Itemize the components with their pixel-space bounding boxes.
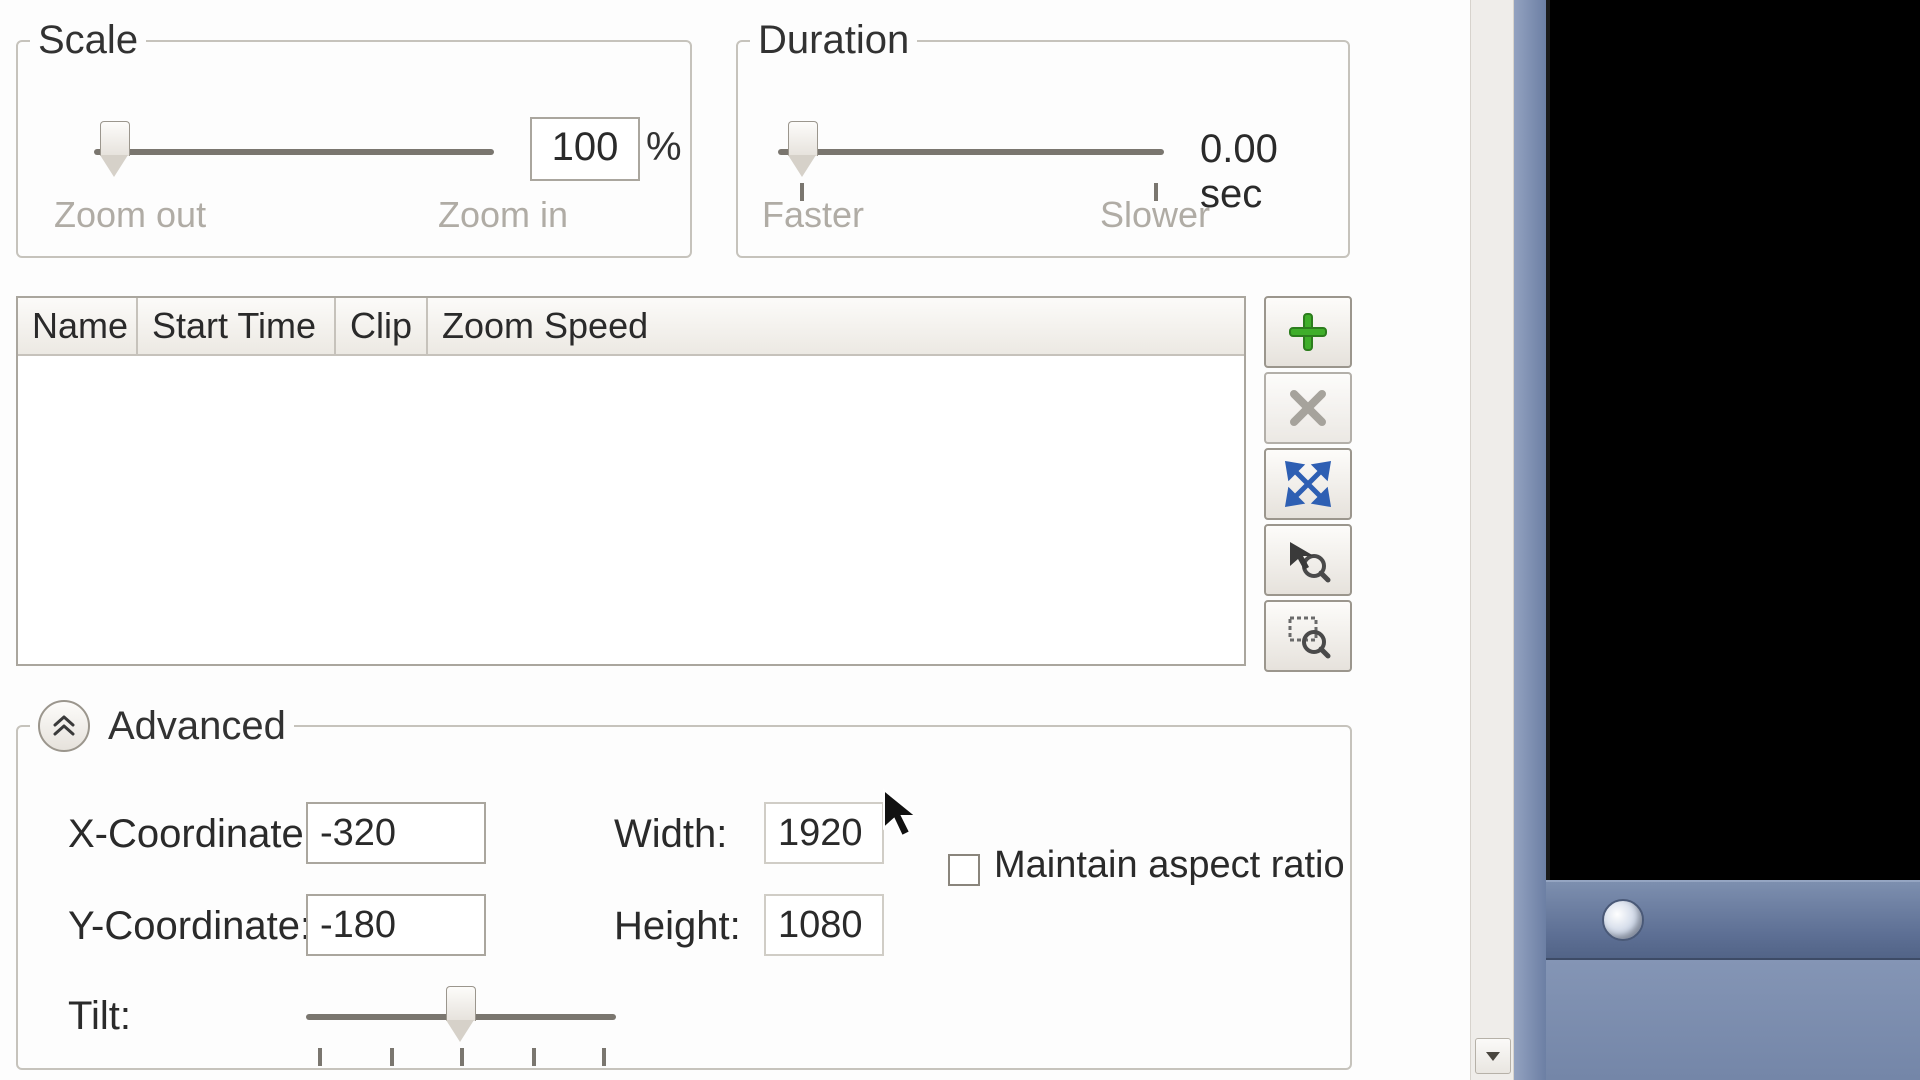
- region-magnifier-icon: [1284, 612, 1332, 660]
- maintain-aspect-ratio-checkbox[interactable]: [948, 854, 980, 886]
- x-icon: [1284, 384, 1332, 432]
- scroll-down-button[interactable]: [1475, 1038, 1511, 1074]
- height-input[interactable]: [764, 894, 884, 956]
- width-input[interactable]: [764, 802, 884, 864]
- editor-panel: Scale 100 % Zoom out Zoom in Duration 0.…: [0, 0, 1470, 1080]
- scale-group: Scale 100 % Zoom out Zoom in: [16, 18, 692, 258]
- column-name[interactable]: Name: [18, 298, 138, 354]
- preview-timeline[interactable]: [1546, 880, 1920, 960]
- animation-list[interactable]: Name Start Time Clip Zoom Speed: [16, 296, 1246, 666]
- advanced-legend: Advanced: [30, 700, 294, 752]
- scale-value-input[interactable]: 100: [530, 117, 640, 181]
- column-zoom-speed[interactable]: Zoom Speed: [428, 298, 1244, 354]
- duration-value-label: 0.00 sec: [1200, 127, 1348, 217]
- column-clip[interactable]: Clip: [336, 298, 428, 354]
- duration-slider-track[interactable]: [778, 149, 1164, 155]
- scale-unit-label: %: [646, 125, 682, 170]
- plus-icon: [1284, 308, 1332, 356]
- column-start-time[interactable]: Start Time: [138, 298, 336, 354]
- cursor-magnifier-icon: [1284, 536, 1332, 584]
- inspect-button[interactable]: [1264, 524, 1352, 596]
- x-coordinate-label: X-Coordinate:: [68, 812, 315, 857]
- advanced-group: Advanced X-Coordinate: Y-Coordinate: Wid…: [16, 700, 1352, 1070]
- advanced-toggle-button[interactable]: [38, 700, 90, 752]
- scale-slider-track[interactable]: [94, 149, 494, 155]
- tilt-label: Tilt:: [68, 994, 131, 1039]
- duration-slider-thumb[interactable]: [788, 121, 816, 177]
- chevron-down-icon: [1484, 1047, 1502, 1065]
- chevron-up-double-icon: [50, 712, 78, 740]
- panel-vertical-scrollbar[interactable]: [1470, 0, 1514, 1080]
- x-coordinate-input[interactable]: [306, 802, 486, 864]
- advanced-legend-text: Advanced: [108, 704, 286, 749]
- tilt-slider-thumb[interactable]: [446, 986, 474, 1042]
- expand-button[interactable]: [1264, 448, 1352, 520]
- zoom-region-button[interactable]: [1264, 600, 1352, 672]
- duration-group: Duration 0.00 sec Faster Slower: [736, 18, 1350, 258]
- width-label: Width:: [614, 812, 727, 857]
- duration-legend: Duration: [750, 18, 917, 63]
- arrows-out-icon: [1284, 460, 1332, 508]
- slower-label: Slower: [1100, 194, 1210, 236]
- right-divider: [1514, 0, 1546, 1080]
- list-side-buttons: [1264, 296, 1354, 676]
- delete-button[interactable]: [1264, 372, 1352, 444]
- right-bottom-area: [1546, 960, 1920, 1080]
- animation-list-header: Name Start Time Clip Zoom Speed: [18, 298, 1244, 356]
- height-label: Height:: [614, 904, 741, 949]
- maintain-aspect-ratio-label: Maintain aspect ratio: [994, 844, 1345, 887]
- timeline-playhead[interactable]: [1602, 899, 1644, 941]
- scale-legend: Scale: [30, 18, 146, 63]
- y-coordinate-label: Y-Coordinate:: [68, 904, 311, 949]
- scale-slider-thumb[interactable]: [100, 121, 128, 177]
- zoom-in-label: Zoom in: [438, 194, 568, 236]
- zoom-out-label: Zoom out: [54, 194, 206, 236]
- preview-area: [1546, 0, 1920, 880]
- add-button[interactable]: [1264, 296, 1352, 368]
- faster-label: Faster: [762, 194, 864, 236]
- y-coordinate-input[interactable]: [306, 894, 486, 956]
